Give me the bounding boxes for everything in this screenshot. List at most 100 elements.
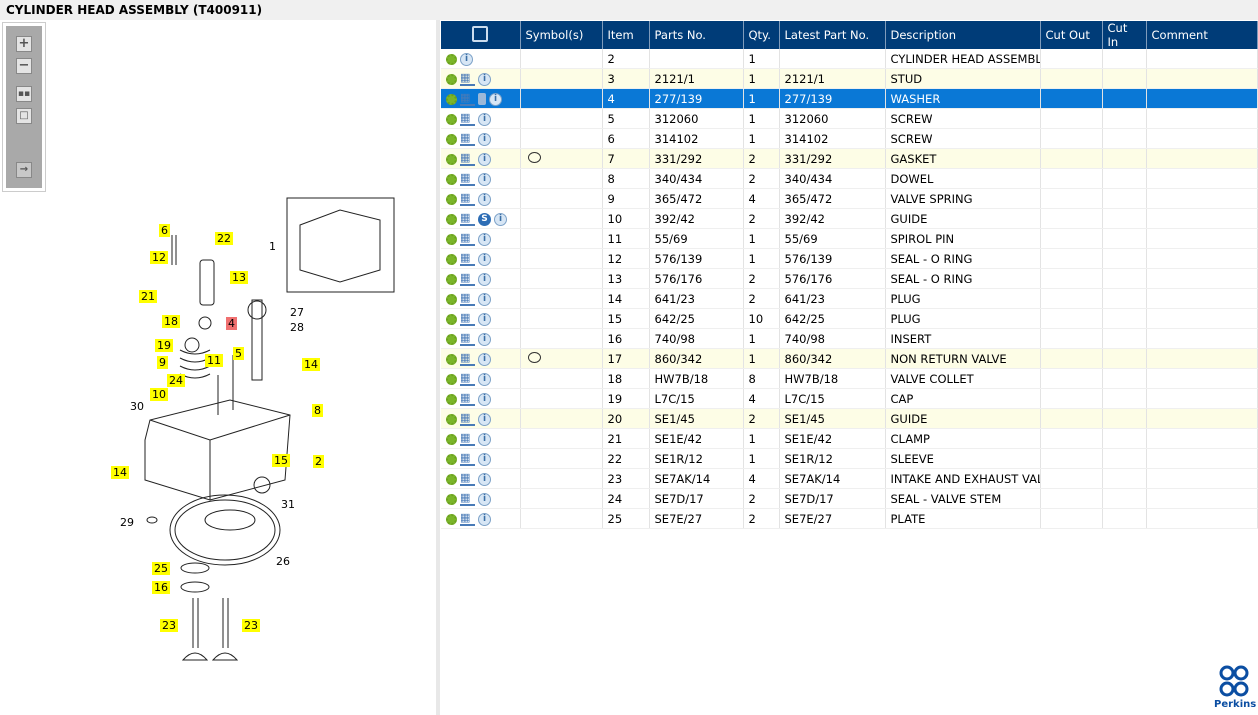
- cell-comment[interactable]: [1146, 228, 1258, 249]
- table-row[interactable]: ▦ i 3 2121/1 1 2121/1 STUD: [441, 68, 1258, 89]
- info-icon[interactable]: i: [478, 292, 491, 306]
- cart-icon[interactable]: ▦: [460, 292, 475, 306]
- callout-24[interactable]: 24: [167, 374, 185, 387]
- info-icon[interactable]: i: [494, 212, 507, 226]
- note-bubble-icon[interactable]: [527, 351, 541, 363]
- column-search-icon[interactable]: [441, 21, 521, 49]
- column-header-cut-out[interactable]: Cut Out: [1040, 21, 1103, 49]
- callout-16[interactable]: 16: [152, 581, 170, 594]
- cart-icon[interactable]: ▦: [460, 492, 475, 506]
- table-row[interactable]: ▦ i 12 576/139 1 576/139 SEAL - O RING: [441, 248, 1258, 269]
- info-icon[interactable]: i: [478, 192, 491, 206]
- info-icon[interactable]: i: [478, 472, 491, 486]
- info-icon[interactable]: i: [478, 152, 491, 166]
- cell-comment[interactable]: [1146, 188, 1258, 209]
- column-header-comment[interactable]: Comment: [1146, 21, 1258, 49]
- cart-icon[interactable]: ▦: [460, 92, 475, 106]
- cell-comment[interactable]: [1146, 468, 1258, 489]
- table-row[interactable]: ▦ i 17 860/342 1 860/342 NON RETURN VALVE: [441, 348, 1258, 369]
- cart-icon[interactable]: ▦: [460, 172, 475, 186]
- gear-icon[interactable]: [446, 453, 457, 465]
- cart-icon[interactable]: ▦: [460, 332, 475, 346]
- info-icon[interactable]: i: [478, 392, 491, 406]
- gear-icon[interactable]: [446, 253, 457, 265]
- callout-23[interactable]: 23: [160, 619, 178, 632]
- cell-comment[interactable]: [1146, 488, 1258, 509]
- table-row[interactable]: ▦ i 9 365/472 4 365/472 VALVE SPRING: [441, 188, 1258, 209]
- cell-comment[interactable]: [1146, 328, 1258, 349]
- table-row[interactable]: ▦ i 11 55/69 1 55/69 SPIROL PIN: [441, 228, 1258, 249]
- table-row[interactable]: ▦ i 4 277/139 1 277/139 WASHER: [441, 88, 1258, 109]
- column-header-description[interactable]: Description: [885, 21, 1041, 49]
- cart-icon[interactable]: ▦: [460, 132, 475, 146]
- gear-icon[interactable]: [446, 433, 457, 445]
- cell-comment[interactable]: [1146, 308, 1258, 329]
- callout-13[interactable]: 13: [230, 271, 248, 284]
- gear-icon[interactable]: [446, 133, 457, 145]
- cell-comment[interactable]: [1146, 49, 1258, 69]
- column-header-latest-part-no-[interactable]: Latest Part No.: [779, 21, 886, 49]
- column-header-parts-no-[interactable]: Parts No.: [649, 21, 744, 49]
- gear-icon[interactable]: [446, 313, 457, 325]
- table-row[interactable]: ▦ i 14 641/23 2 641/23 PLUG: [441, 288, 1258, 309]
- cart-icon[interactable]: ▦: [460, 472, 475, 486]
- callout-21[interactable]: 21: [139, 290, 157, 303]
- column-header-qty-[interactable]: Qty.: [743, 21, 780, 49]
- info-icon[interactable]: i: [478, 172, 491, 186]
- cart-icon[interactable]: ▦: [460, 232, 475, 246]
- column-header-item[interactable]: Item: [602, 21, 650, 49]
- gear-icon[interactable]: [446, 213, 457, 225]
- cart-icon[interactable]: ▦: [460, 392, 475, 406]
- gear-icon[interactable]: [446, 273, 457, 285]
- callout-19[interactable]: 19: [155, 339, 173, 352]
- info-icon[interactable]: i: [478, 232, 491, 246]
- info-icon[interactable]: i: [478, 512, 491, 526]
- cart-icon[interactable]: ▦: [460, 372, 475, 386]
- table-row[interactable]: ▦ i 24 SE7D/17 2 SE7D/17 SEAL - VALVE STEM: [441, 488, 1258, 509]
- callout-22[interactable]: 22: [215, 232, 233, 245]
- column-header-symbol-s-[interactable]: Symbol(s): [520, 21, 603, 49]
- table-row[interactable]: ▦ Si 10 392/42 2 392/42 GUIDE: [441, 208, 1258, 229]
- info-icon[interactable]: i: [478, 352, 491, 366]
- table-row[interactable]: ▦ i 15 642/25 10 642/25 PLUG: [441, 308, 1258, 329]
- info-icon[interactable]: i: [478, 72, 491, 86]
- callout-2[interactable]: 2: [313, 455, 324, 468]
- gear-icon[interactable]: [446, 193, 457, 205]
- gear-icon[interactable]: [446, 393, 457, 405]
- info-icon[interactable]: i: [478, 452, 491, 466]
- cell-comment[interactable]: [1146, 448, 1258, 469]
- table-row[interactable]: ▦ i 8 340/434 2 340/434 DOWEL: [441, 168, 1258, 189]
- info-icon[interactable]: i: [460, 52, 473, 66]
- gear-icon[interactable]: [446, 473, 457, 485]
- supersession-icon[interactable]: S: [478, 212, 491, 226]
- gear-icon[interactable]: [446, 293, 457, 305]
- callout-4[interactable]: 4: [226, 317, 237, 330]
- cell-comment[interactable]: [1146, 508, 1258, 529]
- cell-comment[interactable]: [1146, 88, 1258, 109]
- cell-comment[interactable]: [1146, 368, 1258, 389]
- info-icon[interactable]: i: [478, 112, 491, 126]
- cell-comment[interactable]: [1146, 288, 1258, 309]
- gear-icon[interactable]: [446, 353, 457, 365]
- cell-comment[interactable]: [1146, 108, 1258, 129]
- table-row[interactable]: ▦ i 23 SE7AK/14 4 SE7AK/14 INTAKE AND EXHAUST …: [441, 468, 1258, 489]
- cell-comment[interactable]: [1146, 268, 1258, 289]
- gear-icon[interactable]: [446, 173, 457, 185]
- callout-9[interactable]: 9: [157, 356, 168, 369]
- cell-comment[interactable]: [1146, 348, 1258, 369]
- cart-icon[interactable]: ▦: [460, 412, 475, 426]
- gear-icon[interactable]: [446, 513, 457, 525]
- gear-icon[interactable]: [446, 413, 457, 425]
- callout-10[interactable]: 10: [150, 388, 168, 401]
- callout-12[interactable]: 12: [150, 251, 168, 264]
- note-bubble-icon[interactable]: [527, 151, 541, 163]
- column-header-cut-in[interactable]: Cut In: [1102, 21, 1147, 49]
- gear-icon[interactable]: [446, 113, 457, 125]
- table-row[interactable]: ▦ i 6 314102 1 314102 SCREW: [441, 128, 1258, 149]
- gear-icon[interactable]: [446, 233, 457, 245]
- table-row[interactable]: ▦ i 7 331/292 2 331/292 GASKET: [441, 148, 1258, 169]
- cell-comment[interactable]: [1146, 388, 1258, 409]
- info-icon[interactable]: i: [478, 132, 491, 146]
- gear-icon[interactable]: [446, 93, 457, 105]
- table-row[interactable]: ▦ i 21 SE1E/42 1 SE1E/42 CLAMP: [441, 428, 1258, 449]
